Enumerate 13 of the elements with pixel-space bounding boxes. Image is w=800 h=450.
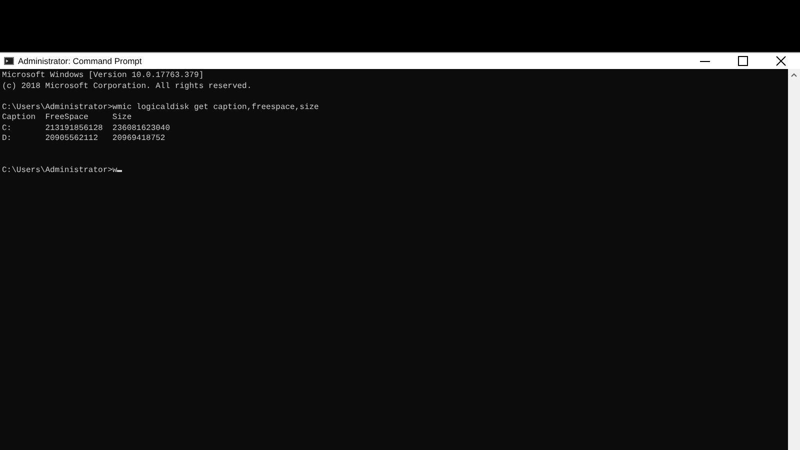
- console-output-line: C: 213191856128 236081623040: [2, 124, 170, 132]
- command-line: C:\Users\Administrator>w: [2, 166, 118, 174]
- window-title: Administrator: Command Prompt: [18, 54, 142, 68]
- console-output-line: (c) 2018 Microsoft Corporation. All rights reserved.: [2, 82, 252, 90]
- scroll-up-icon[interactable]: [791, 73, 797, 77]
- close-icon: [776, 56, 786, 66]
- console-output-line: Microsoft Windows [Version 10.0.17763.379]: [2, 71, 204, 80]
- maximize-icon: [738, 56, 748, 66]
- scrollbar[interactable]: [788, 69, 800, 450]
- console-output-line: Caption FreeSpace Size: [2, 113, 132, 122]
- console-output-line: D: 20905562112 20969418752: [2, 134, 166, 143]
- command-line: C:\Users\Administrator>wmic logicaldisk get caption,freespace,size: [2, 102, 319, 112]
- console-icon: [4, 57, 14, 65]
